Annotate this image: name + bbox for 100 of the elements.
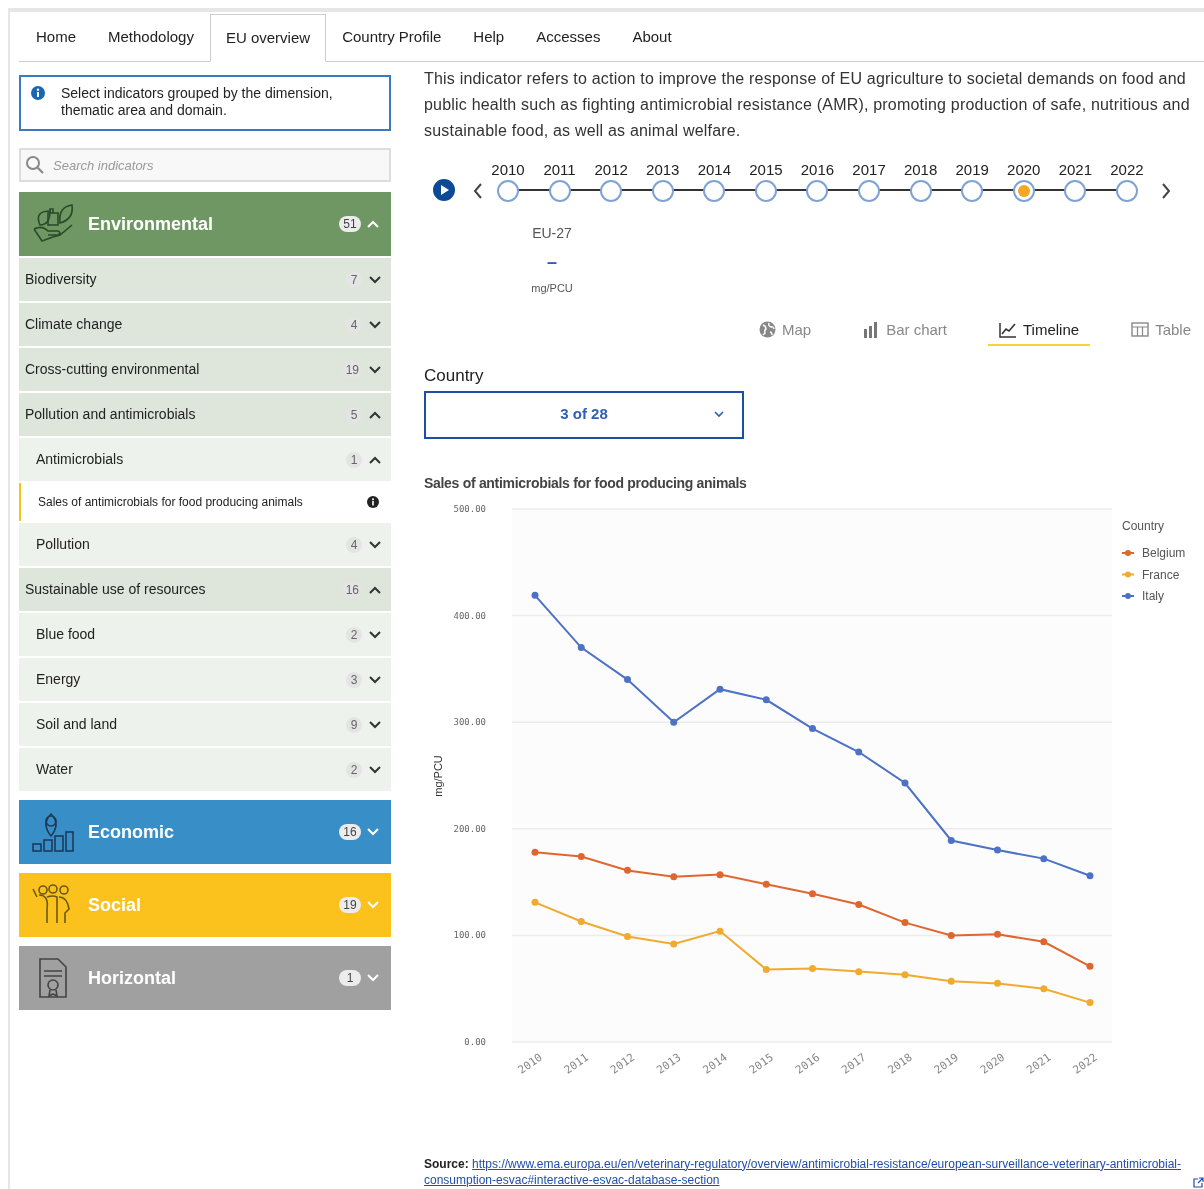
count-badge: 4 [346,536,362,553]
filter-label: Country [424,365,485,387]
unit-label: mg/PCU [531,281,573,296]
data-point [901,970,909,978]
data-point [855,967,863,975]
info-icon [31,86,45,100]
year-step[interactable]: 2015 [745,161,786,202]
data-point [762,880,770,888]
data-point [531,848,539,856]
year-step[interactable]: 2019 [952,161,993,202]
nav-tab[interactable]: About [616,13,688,61]
year-step[interactable]: 2017 [849,161,890,202]
nav-tab[interactable]: Home [20,13,92,61]
count-badge: 4 [346,316,362,333]
data-point [670,718,678,726]
axis-tick-label: 100.00 [453,929,486,940]
count-badge: 16 [342,581,362,598]
theme-row[interactable]: Sustainable use of resources 16 [19,568,391,611]
legend-label: France [1142,567,1180,581]
dimension-header[interactable]: Horizontal 1 [19,946,391,1010]
theme-row[interactable]: Soil and land 9 [19,703,391,746]
legend-title: Country [1122,518,1165,533]
data-point [901,918,909,926]
view-tab[interactable]: Table [1120,318,1202,346]
search-icon [25,155,45,175]
data-point [716,685,724,693]
dimension-header[interactable]: Economic 16 [19,800,391,864]
theme-row[interactable]: Climate change 4 [19,303,391,346]
data-point [947,836,955,844]
info-icon [367,496,379,508]
theme-row[interactable]: Energy 3 [19,658,391,701]
next-button[interactable] [1161,183,1171,199]
data-point [809,964,816,972]
view-tab[interactable]: Map [747,318,823,346]
data-point [809,724,816,732]
theme-row[interactable]: Water 2 [19,748,391,791]
year-step[interactable]: 2018 [900,161,941,202]
nav-tab[interactable]: EU overview [209,14,327,62]
count-badge: 51 [339,216,361,232]
theme-label: Energy [36,670,82,689]
data-point [577,917,585,925]
nav-tab[interactable]: Methodology [92,13,210,61]
theme-row[interactable]: Pollution 4 [19,523,391,566]
view-tab[interactable]: Timeline [988,318,1091,346]
theme-row[interactable]: Cross-cutting environmental 19 [19,348,391,391]
data-point [624,675,631,683]
year-step[interactable]: 2022 [1106,161,1147,202]
chart-title: Sales of antimicrobials for food producing animals [424,473,748,493]
dimension-header[interactable]: Social 19 [19,873,391,937]
year-step[interactable]: 2020 [1003,161,1044,202]
count-badge: 1 [339,970,361,986]
data-point [1086,998,1094,1006]
theme-row[interactable]: Biodiversity 7 [19,258,391,301]
year-step[interactable]: 2011 [539,161,580,202]
dimension-title: Horizontal [88,966,177,990]
data-point [855,900,863,908]
area-label: EU-27 [532,224,572,243]
country-dropdown[interactable]: 3 of 28 [424,390,744,439]
year-step[interactable]: 2010 [488,161,528,202]
play-icon[interactable] [433,179,455,201]
count-badge: 2 [346,761,362,778]
count-badge: 3 [346,671,362,688]
theme-label: Sustainable use of resources [25,580,207,599]
nav-tab[interactable]: Accesses [520,13,617,61]
indicator-description: This indicator refers to action to improve the response of EU agriculture to societal demands on food and public health such as fighting antimicrobial resistance (AMR), promoting production of safe, nutritious and sustainable food, as well as animal welfare. [424,69,1191,141]
data-point [1040,937,1048,945]
theme-row[interactable]: Blue food 2 [19,613,391,656]
year-step[interactable]: 2014 [694,161,735,202]
data-point [947,931,955,939]
search-field[interactable]: Search indicators [19,148,391,182]
data-point [809,889,816,897]
theme-row[interactable]: Antimicrobials 1 [19,438,391,481]
theme-label: Water [36,760,74,779]
theme-label: Cross-cutting environmental [25,360,201,379]
count-badge: 19 [342,361,362,378]
data-point [901,778,909,786]
theme-label: Pollution [36,535,91,554]
theme-row[interactable]: Pollution and antimicrobials 5 [19,393,391,436]
source-note: Source: https://www.ema.europa.eu/en/veterinary-regulatory/overview/antimicrobial-resistance/european-surveillance-veterinary-antimicrobial-consumption-esvac#interactive-esvac-database-section [424,1155,1182,1188]
data-point [1040,984,1048,992]
data-point [994,846,1001,854]
globe-icon [758,321,776,339]
data-point [670,939,678,947]
year-step[interactable]: 2012 [591,161,632,202]
nav-tab[interactable]: Help [457,13,521,61]
indicator-label: Sales of antimicrobials for food producing animals [38,494,304,511]
nav-tab[interactable]: Country Profile [326,13,458,61]
previous-button[interactable] [473,183,483,199]
year-step[interactable]: 2013 [642,161,683,202]
count-badge: 19 [339,897,361,913]
year-step[interactable]: 2021 [1055,161,1096,202]
dimension-title: Economic [88,820,176,844]
legend-label: Belgium [1142,545,1186,560]
axis-tick-label: 500.00 [453,503,486,514]
theme-label: Blue food [36,625,97,644]
axis-tick-label: 400.00 [453,610,486,621]
count-badge: 16 [339,824,361,840]
dimension-header[interactable]: Environmental 51 [19,192,391,256]
year-step[interactable]: 2016 [797,161,838,202]
view-tab[interactable]: Bar chart [852,318,958,346]
